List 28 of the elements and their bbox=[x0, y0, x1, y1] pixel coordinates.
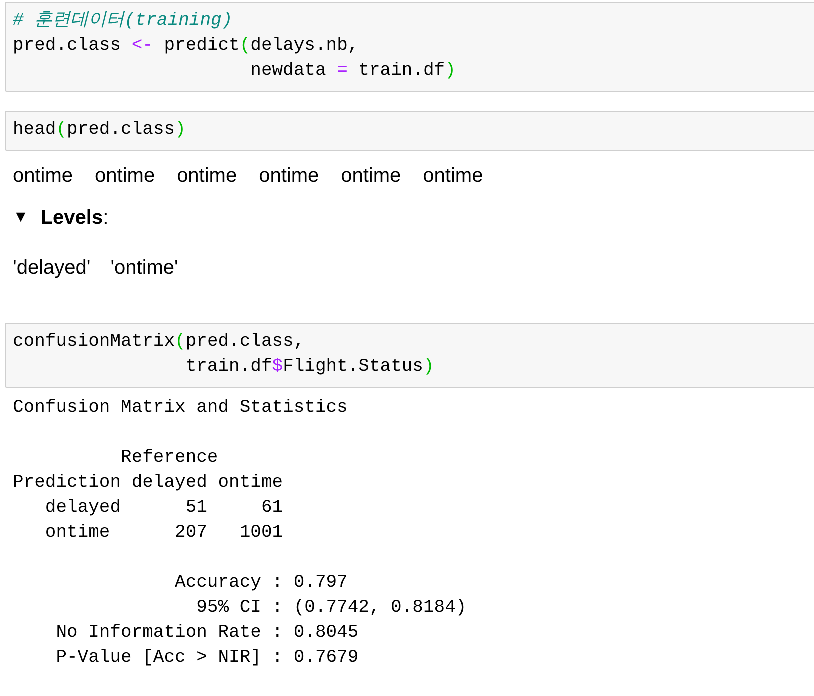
vector-item: ontime bbox=[13, 164, 74, 189]
vector-item: ontime bbox=[341, 164, 402, 189]
output-line: delayed 51 61 bbox=[44, 497, 284, 520]
toggle-arrow[interactable]: ▼ bbox=[13, 205, 29, 231]
output-line: P-Value [Acc > NIR] : 0.7679 bbox=[55, 647, 359, 670]
level-value: 'ontime' bbox=[110, 256, 178, 281]
output-line: No Information Rate : 0.8045 bbox=[55, 622, 359, 645]
output-line: Reference bbox=[120, 447, 218, 470]
vector-item: ontime bbox=[259, 164, 320, 189]
code-cell[interactable]: confusionMatrix(pred.class, train.df$Flight.Status) bbox=[5, 323, 814, 388]
code-line: train.df$Flight.Status) bbox=[184, 356, 434, 379]
code-line: pred.class <- predict(delays.nb, bbox=[13, 35, 359, 58]
output-line: ontime 207 1001 bbox=[44, 522, 284, 545]
code-cell[interactable]: # 훈련데이터(training) pred.class <- predict(delays.nb, newdata = train.df) bbox=[5, 2, 814, 92]
output-line: Confusion Matrix and Statistics bbox=[13, 397, 348, 420]
output-line: Prediction delayed ontime bbox=[13, 472, 284, 495]
code-line: confusionMatrix(pred.class, bbox=[13, 331, 305, 354]
levels-label: Levels: bbox=[40, 206, 109, 231]
code-line: head(pred.class) bbox=[13, 119, 186, 142]
vector-item: ontime bbox=[95, 164, 156, 189]
code-line: newdata = train.df) bbox=[250, 60, 456, 83]
code-cell[interactable]: head(pred.class) bbox=[5, 111, 814, 151]
output-line: Accuracy : 0.797 bbox=[174, 572, 348, 595]
vector-item: ontime bbox=[423, 164, 484, 189]
vector-item: ontime bbox=[177, 164, 238, 189]
output-line: 95% CI : (0.7742, 0.8184) bbox=[196, 597, 467, 620]
level-value: 'delayed' bbox=[13, 256, 91, 281]
code-line: # 훈련데이터(training) bbox=[13, 10, 233, 33]
